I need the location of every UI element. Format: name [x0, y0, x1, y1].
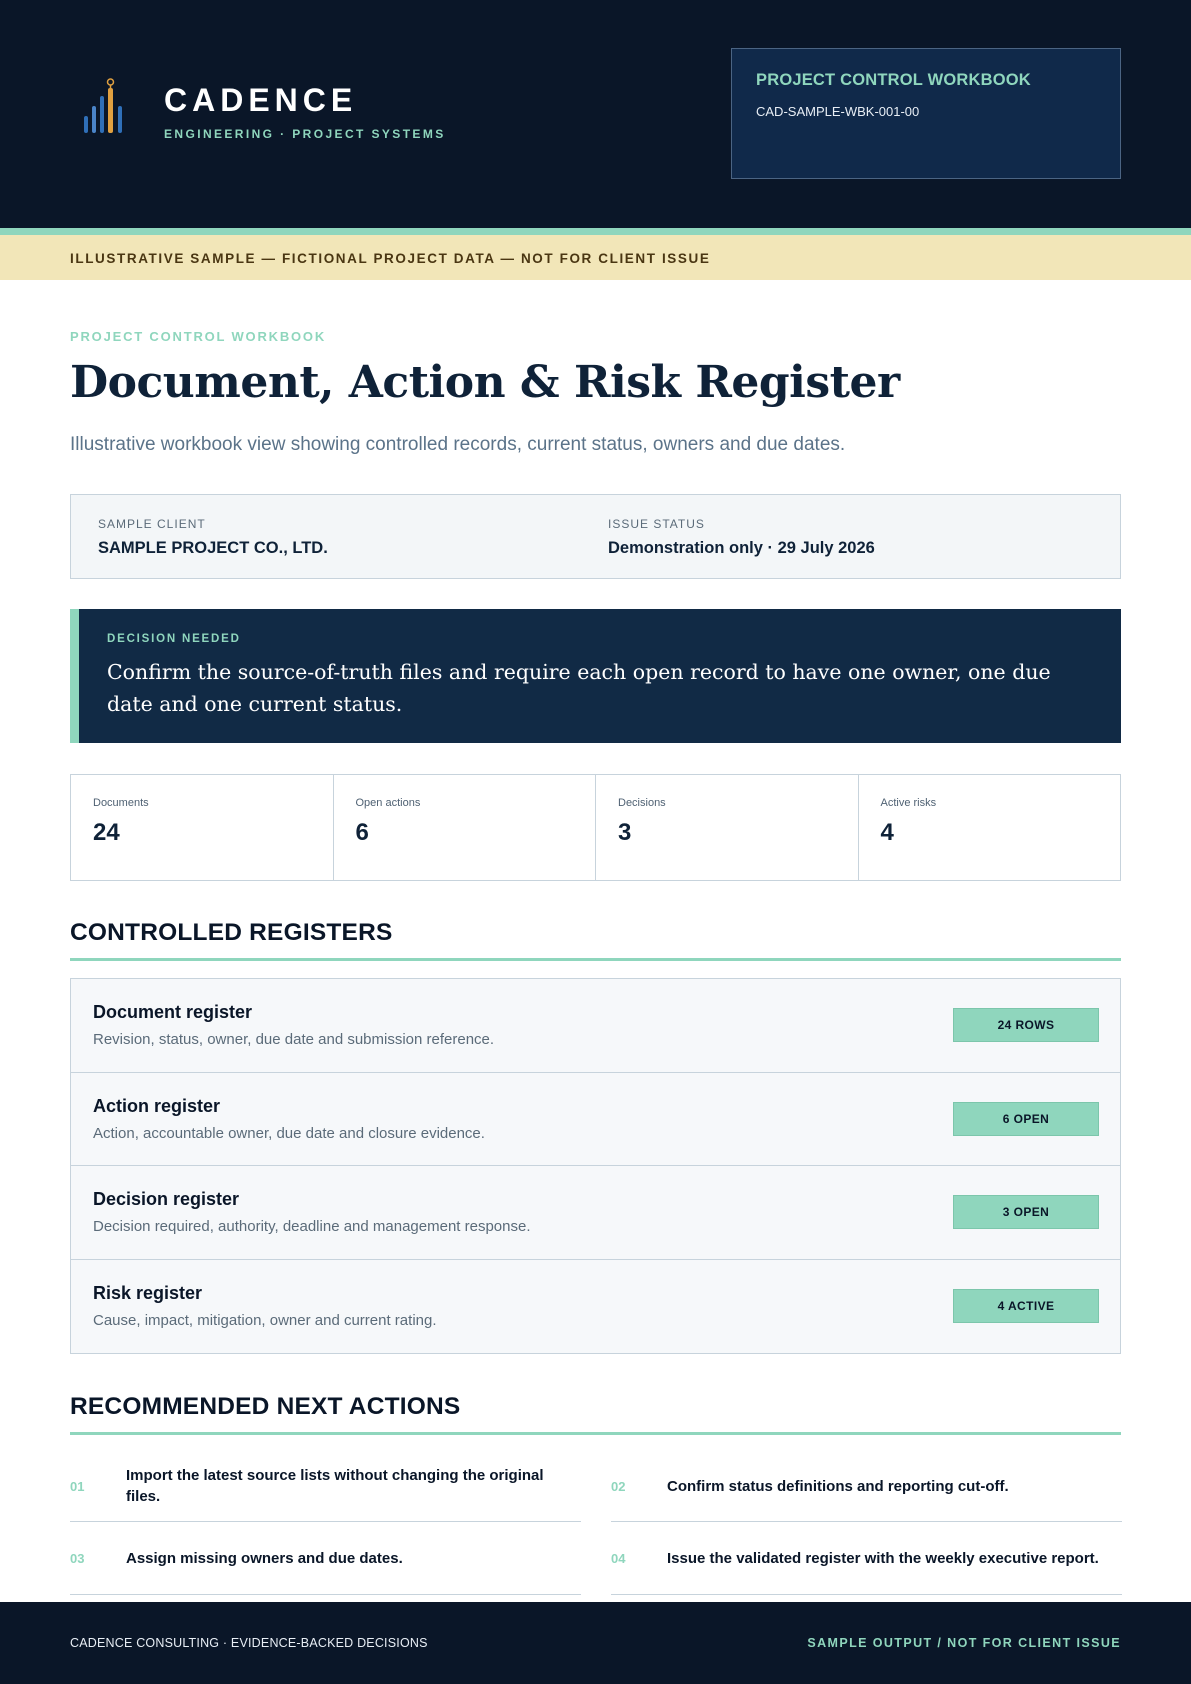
registers-heading: CONTROLLED REGISTERS	[70, 919, 393, 946]
decision-text: Confirm the source-of-truth files and re…	[107, 660, 1051, 716]
status-value: Demonstration only · 29 July 2026	[608, 539, 875, 557]
footer: CADENCE CONSULTING · EVIDENCE-BACKED DEC…	[0, 1602, 1191, 1684]
stat-value: 6	[355, 819, 369, 846]
action-number: 02	[611, 1479, 626, 1494]
decision-label: DECISION NEEDED	[107, 633, 241, 645]
stat-open-actions: Open actions 6	[334, 775, 596, 880]
action-number: 03	[70, 1551, 85, 1566]
stat-active-risks: Active risks 4	[859, 775, 1121, 880]
page-title: Document, Action & Risk Register	[70, 357, 900, 408]
page-subtitle: Illustrative workbook view showing contr…	[70, 434, 846, 455]
stat-label: Open actions	[355, 797, 421, 809]
register-row-risk[interactable]: Risk register Cause, impact, mitigation,…	[71, 1259, 1120, 1353]
project-meta-box: SAMPLE CLIENT SAMPLE PROJECT CO., LTD. I…	[70, 494, 1121, 579]
footer-right-text: SAMPLE OUTPUT / NOT FOR CLIENT ISSUE	[807, 1636, 1121, 1650]
status-meta: ISSUE STATUS Demonstration only · 29 Jul…	[608, 517, 875, 558]
next-action-item: 04 Issue the validated register with the…	[611, 1523, 1122, 1595]
client-value: SAMPLE PROJECT CO., LTD.	[98, 539, 328, 557]
register-title: Action register	[93, 1095, 221, 1116]
register-row-document[interactable]: Document register Revision, status, owne…	[71, 979, 1120, 1073]
next-action-item: 03 Assign missing owners and due dates.	[70, 1523, 581, 1595]
workbook-code: CAD-SAMPLE-WBK-001-00	[756, 104, 920, 119]
register-count-badge: 4 ACTIVE	[953, 1288, 1099, 1323]
register-row-action[interactable]: Action register Action, accountable owne…	[71, 1072, 1120, 1166]
action-number: 04	[611, 1551, 626, 1566]
brand-tagline: ENGINEERING · PROJECT SYSTEMS	[164, 127, 446, 141]
header-accent-line	[0, 228, 1191, 235]
stats-row: Documents 24 Open actions 6 Decisions 3 …	[70, 774, 1121, 881]
workbook-title: PROJECT CONTROL WORKBOOK	[756, 71, 1031, 89]
footer-left-text: CADENCE CONSULTING · EVIDENCE-BACKED DEC…	[70, 1636, 428, 1650]
bar-chart-logo-icon	[84, 78, 122, 133]
header: CADENCE ENGINEERING · PROJECT SYSTEMS PR…	[0, 0, 1191, 228]
register-title: Decision register	[93, 1189, 240, 1209]
register-description: Cause, impact, mitigation, owner and cur…	[93, 1311, 437, 1329]
register-count-badge: 3 OPEN	[953, 1195, 1099, 1229]
next-action-item: 01 Import the latest source lists withou…	[70, 1450, 581, 1522]
page-eyebrow: PROJECT CONTROL WORKBOOK	[70, 329, 327, 344]
action-text: Assign missing owners and due dates.	[126, 1550, 403, 1567]
stat-label: Decisions	[618, 797, 666, 809]
action-number: 01	[70, 1479, 85, 1494]
stat-label: Documents	[93, 797, 149, 809]
register-description: Action, accountable owner, due date and …	[93, 1124, 485, 1142]
next-actions-heading-rule	[70, 1432, 1121, 1435]
register-row-decision[interactable]: Decision register Decision required, aut…	[71, 1166, 1120, 1260]
client-meta: SAMPLE CLIENT SAMPLE PROJECT CO., LTD.	[98, 517, 328, 558]
register-description: Revision, status, owner, due date and su…	[93, 1031, 495, 1048]
action-text: Confirm status definitions and reporting…	[667, 1478, 1009, 1495]
brand-name: CADENCE	[164, 82, 358, 118]
next-action-item: 02 Confirm status definitions and report…	[611, 1450, 1122, 1522]
decision-callout: DECISION NEEDED Confirm the source-of-tr…	[70, 609, 1121, 743]
register-count-badge: 24 ROWS	[953, 1008, 1099, 1042]
register-title: Risk register	[93, 1282, 203, 1303]
status-label: ISSUE STATUS	[608, 517, 705, 531]
registers-list: Document register Revision, status, owne…	[70, 978, 1121, 1354]
stat-value: 3	[618, 819, 632, 846]
sample-warning-banner: ILLUSTRATIVE SAMPLE — FICTIONAL PROJECT …	[0, 235, 1191, 280]
stat-label: Active risks	[880, 797, 937, 809]
client-label: SAMPLE CLIENT	[98, 517, 206, 531]
next-actions-heading: RECOMMENDED NEXT ACTIONS	[70, 1393, 461, 1420]
register-count-badge: 6 OPEN	[953, 1101, 1099, 1136]
stat-value: 4	[880, 819, 894, 846]
stat-decisions: Decisions 3	[596, 775, 859, 880]
register-title: Document register	[93, 1002, 253, 1022]
register-description: Decision required, authority, deadline a…	[93, 1218, 531, 1235]
action-text: Issue the validated register with the we…	[667, 1550, 1099, 1567]
stat-value: 24	[93, 819, 120, 846]
registers-heading-rule	[70, 958, 1121, 961]
action-text: Import the latest source lists without c…	[126, 1467, 544, 1505]
banner-text: ILLUSTRATIVE SAMPLE — FICTIONAL PROJECT …	[70, 251, 711, 266]
workbook-info-box: PROJECT CONTROL WORKBOOK CAD-SAMPLE-WBK-…	[731, 48, 1121, 179]
stat-documents: Documents 24	[71, 775, 334, 880]
